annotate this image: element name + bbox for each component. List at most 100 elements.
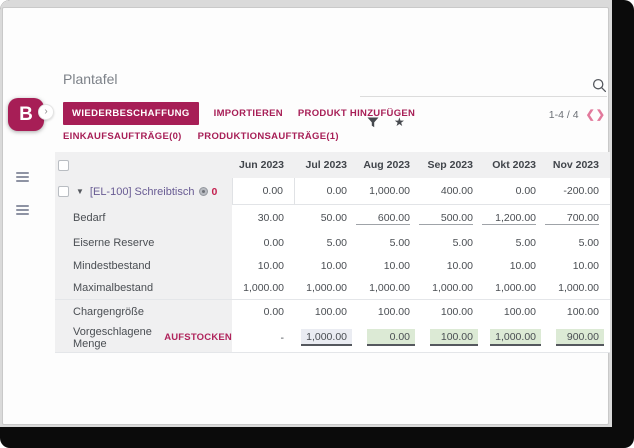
suggested-qty-row: Vorgeschlagene Menge AUFSTOCKEN - 1,000.… [55,323,610,353]
sidebar-expand-button[interactable]: › [38,104,54,120]
product-name[interactable]: [EL-100] Schreibtisch [90,186,195,198]
collapse-caret-icon[interactable]: ▼ [76,187,84,196]
table-header-row: Jun 2023 Jul 2023 Aug 2023 Sep 2023 Okt … [55,152,610,178]
product-value-cell: 0.00 [295,178,358,205]
product-value-cell: 400.00 [421,178,484,205]
min-stock-cell: 10.00 [295,255,358,277]
header-select-cell [55,152,232,178]
mps-table: Jun 2023 Jul 2023 Aug 2023 Sep 2023 Okt … [55,152,610,353]
replenish-row-link[interactable]: AUFSTOCKEN [164,332,232,343]
procurement-count-badge: 0 [211,186,217,198]
demand-cell: 1,200.00 [484,205,547,231]
suggested-qty-input[interactable]: 1,000.00 [301,329,352,346]
search-icon[interactable] [592,78,607,93]
suggested-qty-input[interactable]: 100.00 [430,329,478,346]
min-stock-cell: 10.00 [232,255,295,277]
purchase-orders-button[interactable]: EINKAUFSAUFTRÄGE(0) [63,131,182,142]
column-header: Nov 2023 [547,152,610,178]
safety-stock-cell: 5.00 [547,231,610,255]
min-stock-cell: 10.00 [421,255,484,277]
demand-input[interactable]: 500.00 [419,212,473,225]
batch-size-row: Chargengröße 0.00 100.00 100.00 100.00 1… [55,299,610,323]
suggested-qty-cell: 1,000.00 [484,323,547,353]
select-all-checkbox[interactable] [58,160,69,171]
max-stock-cell: 1,000.00 [295,277,358,299]
batch-size-cell: 100.00 [547,299,610,323]
max-stock-row: Maximalbestand 1,000.00 1,000.00 1,000.0… [55,277,610,299]
batch-size-cell: 100.00 [295,299,358,323]
pager-range: 1-4 / 4 [549,109,579,121]
batch-size-cell: 100.00 [358,299,421,323]
safety-stock-row: Eiserne Reserve 0.00 5.00 5.00 5.00 5.00… [55,231,610,255]
batch-size-cell: 0.00 [232,299,295,323]
demand-cell: 700.00 [547,205,610,231]
drag-handle-icon[interactable] [16,205,29,215]
suggested-qty-cell: 900.00 [547,323,610,353]
product-value-cell: 0.00 [484,178,547,205]
toolbar-primary-row: WIEDERBESCHAFFUNG IMPORTIEREN PRODUKT HI… [63,102,415,125]
column-header: Jun 2023 [232,152,295,178]
row-label: Vorgeschlagene Menge [73,326,156,350]
row-label: Bedarf [55,205,232,231]
min-stock-row: Mindestbestand 10.00 10.00 10.00 10.00 1… [55,255,610,277]
pager: 1-4 / 4 ❮ ❯ [549,109,605,121]
column-header: Aug 2023 [358,152,421,178]
manufacturing-orders-button[interactable]: PRODUKTIONSAUFTRÄGE(1) [198,131,339,142]
row-label-with-action: Vorgeschlagene Menge AUFSTOCKEN [55,323,232,353]
pager-prev-button[interactable]: ❮ [586,109,595,121]
filter-icon[interactable] [367,117,379,128]
pager-next-button[interactable]: ❯ [596,109,605,121]
suggested-qty-cell: 0.00 [358,323,421,353]
column-header: Sep 2023 [421,152,484,178]
safety-stock-cell: 5.00 [421,231,484,255]
batch-size-cell: 100.00 [421,299,484,323]
chevron-right-icon: › [44,106,47,117]
toolbar-secondary-row: EINKAUFSAUFTRÄGE(0) PRODUKTIONSAUFTRÄGE(… [63,131,339,142]
suggested-qty-cell: - [232,323,295,353]
demand-input[interactable]: 600.00 [356,212,410,225]
safety-stock-cell: 5.00 [358,231,421,255]
row-label: Mindestbestand [55,255,232,277]
demand-input[interactable]: 700.00 [545,212,599,225]
procurement-indicator-icon [199,187,208,196]
max-stock-cell: 1,000.00 [484,277,547,299]
suggested-qty-input[interactable]: 900.00 [556,329,604,346]
demand-row: Bedarf 30.00 50.00 600.00 500.00 1,200.0… [55,205,610,231]
demand-cell: 500.00 [421,205,484,231]
import-button[interactable]: IMPORTIEREN [214,108,283,119]
search-input[interactable] [360,75,580,95]
safety-stock-cell: 5.00 [484,231,547,255]
suggested-qty-cell: 100.00 [421,323,484,353]
safety-stock-cell: 5.00 [295,231,358,255]
row-label: Maximalbestand [55,277,232,299]
favorites-icon[interactable]: ★ [394,116,405,128]
suggested-qty-cell: 1,000.00 [295,323,358,353]
screen: B › Plantafel WIEDERBESCHAFFUNG IMPORTIE… [0,0,634,448]
suggested-qty-input[interactable]: 0.00 [367,329,415,346]
batch-size-cell: 100.00 [484,299,547,323]
product-value-cell: 1,000.00 [358,178,421,205]
min-stock-cell: 10.00 [358,255,421,277]
row-label: Chargengröße [55,299,232,323]
demand-cell: 600.00 [358,205,421,231]
row-label: Eiserne Reserve [55,231,232,255]
safety-stock-cell: 0.00 [232,231,295,255]
demand-input[interactable]: 1,200.00 [482,212,536,225]
search-facets: ★ [367,116,405,128]
min-stock-cell: 10.00 [547,255,610,277]
max-stock-cell: 1,000.00 [421,277,484,299]
column-header: Okt 2023 [484,152,547,178]
suggested-qty-input[interactable]: 1,000.00 [490,329,541,346]
replenish-button[interactable]: WIEDERBESCHAFFUNG [63,102,199,125]
demand-cell: 30.00 [232,205,295,231]
product-value-cell: 0.00 [232,178,295,205]
brand-letter: B [19,104,33,126]
column-header: Jul 2023 [295,152,358,178]
product-label-cell: ▼ [EL-100] Schreibtisch 0 [55,178,232,205]
product-checkbox[interactable] [58,186,69,197]
max-stock-cell: 1,000.00 [232,277,295,299]
min-stock-cell: 10.00 [484,255,547,277]
drag-handle-icon[interactable] [16,172,29,182]
page-title: Plantafel [63,71,117,87]
product-value-cell-negative: -200.00 [547,178,610,205]
